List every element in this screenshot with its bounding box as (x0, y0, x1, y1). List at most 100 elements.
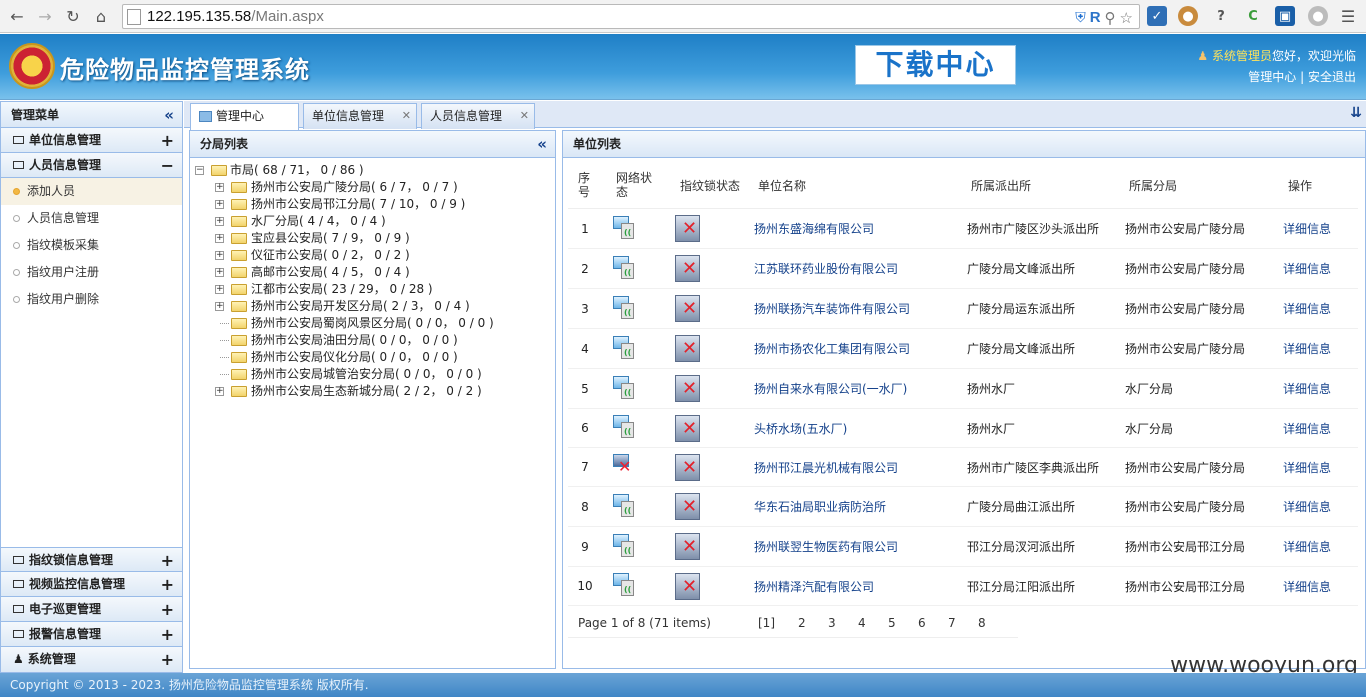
expand-node-icon[interactable]: + (215, 302, 224, 311)
tree-node[interactable]: + 宝应县公安局( 7 / 9， 0 / 9 ) (190, 230, 555, 247)
unit-name-link[interactable]: 江苏联环药业股份有限公司 (754, 260, 898, 277)
address-bar[interactable]: 122.195.135.58/Main.aspx ⛨ R ⚲ ☆ (122, 4, 1140, 29)
expand-node-icon[interactable]: + (215, 387, 224, 396)
pager-page[interactable]: 4 (858, 616, 866, 630)
tree-node[interactable]: + 扬州市公安局广陵分局( 6 / 7， 0 / 7 ) (190, 179, 555, 196)
expand-icon[interactable]: + (161, 597, 174, 622)
tree-node[interactable]: + 仪征市公安局( 0 / 2， 0 / 2 ) (190, 247, 555, 264)
close-tab-icon[interactable]: ✕ (520, 104, 529, 128)
tree-root[interactable]: − 市局( 68 / 71， 0 / 86 ) (190, 162, 555, 179)
back-icon[interactable]: ← (6, 5, 28, 27)
menu-item-fingerprint-template[interactable]: 指纹模板采集 (1, 232, 182, 259)
tab-person-info[interactable]: 人员信息管理 ✕ (421, 103, 535, 129)
close-tab-icon[interactable]: ✕ (402, 104, 411, 128)
pager-page[interactable]: 3 (828, 616, 836, 630)
detail-link[interactable]: 详细信息 (1283, 300, 1331, 317)
window-extension-icon[interactable]: ▣ (1275, 6, 1295, 26)
pager-page[interactable]: 7 (948, 616, 956, 630)
user-extension-icon[interactable]: ● (1308, 6, 1328, 26)
shield-icon[interactable]: ⛨ (1075, 9, 1086, 26)
home-icon[interactable]: ⌂ (90, 5, 112, 27)
unit-name-link[interactable]: 扬州联扬汽车装饰件有限公司 (754, 300, 910, 317)
bookmark-star-icon[interactable]: ☆ (1120, 9, 1133, 27)
tree-node[interactable]: + 扬州市公安局开发区分局( 2 / 3， 0 / 4 ) (190, 298, 555, 315)
tree-node[interactable]: 扬州市公安局油田分局( 0 / 0， 0 / 0 ) (190, 332, 555, 349)
accordion-alarm[interactable]: 报警信息管理 + (1, 622, 182, 647)
expand-icon[interactable]: + (161, 572, 174, 597)
collapse-left-icon[interactable]: « (164, 102, 174, 128)
unit-name-link[interactable]: 扬州精泽汽配有限公司 (754, 578, 874, 595)
reload-icon[interactable]: ↻ (62, 5, 84, 27)
expand-node-icon[interactable]: + (215, 251, 224, 260)
detail-link[interactable]: 详细信息 (1283, 340, 1331, 357)
accordion-patrol[interactable]: 电子巡更管理 + (1, 597, 182, 622)
tab-unit-info[interactable]: 单位信息管理 ✕ (303, 103, 417, 129)
manage-center-link[interactable]: 管理中心 (1248, 70, 1296, 84)
menu-item-person-manage[interactable]: 人员信息管理 (1, 205, 182, 232)
c-extension-icon[interactable]: C (1243, 6, 1263, 26)
accordion-video-monitor[interactable]: 视频监控信息管理 + (1, 572, 182, 597)
detail-link[interactable]: 详细信息 (1283, 380, 1331, 397)
tree-node-counts: ( 4 / 4， 0 / 4 ) (299, 214, 386, 228)
unit-name-link[interactable]: 扬州联翌生物医药有限公司 (754, 538, 898, 555)
accordion-system[interactable]: ♟ 系统管理 + (1, 647, 182, 672)
collapse-node-icon[interactable]: − (195, 166, 204, 175)
forward-icon[interactable]: → (34, 5, 56, 27)
accordion-label: 人员信息管理 (29, 158, 102, 172)
tree-node[interactable]: 扬州市公安局城管治安分局( 0 / 0， 0 / 0 ) (190, 366, 555, 383)
detail-link[interactable]: 详细信息 (1283, 420, 1331, 437)
cookie-icon[interactable]: ● (1178, 6, 1198, 26)
menu-item-fingerprint-register[interactable]: 指纹用户注册 (1, 259, 182, 286)
tree-node[interactable]: + 扬州市公安局生态新城分局( 2 / 2， 0 / 2 ) (190, 383, 555, 400)
detail-link[interactable]: 详细信息 (1283, 220, 1331, 237)
download-center-button[interactable]: 下载中心 (855, 45, 1016, 85)
expand-node-icon[interactable]: + (215, 217, 224, 226)
detail-link[interactable]: 详细信息 (1283, 260, 1331, 277)
expand-node-icon[interactable]: + (215, 234, 224, 243)
extension-shield-icon[interactable]: ✓ (1147, 6, 1167, 26)
pager-page[interactable]: 2 (798, 616, 806, 630)
accordion-person-info[interactable]: 人员信息管理 − (1, 153, 182, 178)
download-tool-icon[interactable]: ? (1211, 6, 1231, 26)
expand-node-icon[interactable]: + (215, 183, 224, 192)
collapse-tree-icon[interactable]: « (537, 131, 547, 158)
tree-node[interactable]: 扬州市公安局蜀岗风景区分局( 0 / 0， 0 / 0 ) (190, 315, 555, 332)
detail-link[interactable]: 详细信息 (1283, 538, 1331, 555)
menu-item-fingerprint-delete[interactable]: 指纹用户删除 (1, 286, 182, 313)
pager-page[interactable]: 5 (888, 616, 896, 630)
pager-page[interactable]: 6 (918, 616, 926, 630)
tree-node[interactable]: + 扬州市公安局邗江分局( 7 / 10， 0 / 9 ) (190, 196, 555, 213)
expand-icon[interactable]: + (161, 548, 174, 573)
detail-link[interactable]: 详细信息 (1283, 578, 1331, 595)
expand-node-icon[interactable]: + (215, 285, 224, 294)
tab-menu-icon[interactable]: ⇊ (1350, 105, 1362, 121)
pager-page[interactable]: [1] (758, 616, 775, 630)
detail-link[interactable]: 详细信息 (1283, 498, 1331, 515)
expand-icon[interactable]: + (161, 128, 174, 153)
accordion-fingerprint-lock[interactable]: 指纹锁信息管理 + (1, 547, 182, 572)
menu-item-add-person[interactable]: 添加人员 (1, 178, 182, 205)
tab-manage-center[interactable]: 管理中心 (190, 103, 299, 130)
tree-node[interactable]: + 高邮市公安局( 4 / 5， 0 / 4 ) (190, 264, 555, 281)
unit-name-link[interactable]: 扬州市扬农化工集团有限公司 (754, 340, 910, 357)
expand-icon[interactable]: + (161, 647, 174, 672)
reader-icon[interactable]: R (1090, 9, 1101, 26)
logout-link[interactable]: 安全退出 (1308, 70, 1356, 84)
expand-node-icon[interactable]: + (215, 268, 224, 277)
pager-page[interactable]: 8 (978, 616, 986, 630)
collapse-icon[interactable]: − (161, 153, 174, 178)
unit-name-link[interactable]: 扬州东盛海绵有限公司 (754, 220, 874, 237)
expand-node-icon[interactable]: + (215, 200, 224, 209)
tree-node[interactable]: + 江都市公安局( 23 / 29， 0 / 28 ) (190, 281, 555, 298)
key-icon[interactable]: ⚲ (1105, 9, 1116, 27)
menu-icon[interactable]: ☰ (1338, 6, 1358, 26)
unit-name-link[interactable]: 华东石油局职业病防治所 (754, 498, 886, 515)
detail-link[interactable]: 详细信息 (1283, 459, 1331, 476)
unit-name-link[interactable]: 扬州邗江晨光机械有限公司 (754, 459, 898, 476)
unit-name-link[interactable]: 头桥水场(五水厂) (754, 420, 847, 437)
tree-node[interactable]: 扬州市公安局仪化分局( 0 / 0， 0 / 0 ) (190, 349, 555, 366)
tree-node[interactable]: + 水厂分局( 4 / 4， 0 / 4 ) (190, 213, 555, 230)
accordion-unit-info[interactable]: 单位信息管理 + (1, 128, 182, 153)
expand-icon[interactable]: + (161, 622, 174, 647)
unit-name-link[interactable]: 扬州自来水有限公司(一水厂) (754, 380, 907, 397)
